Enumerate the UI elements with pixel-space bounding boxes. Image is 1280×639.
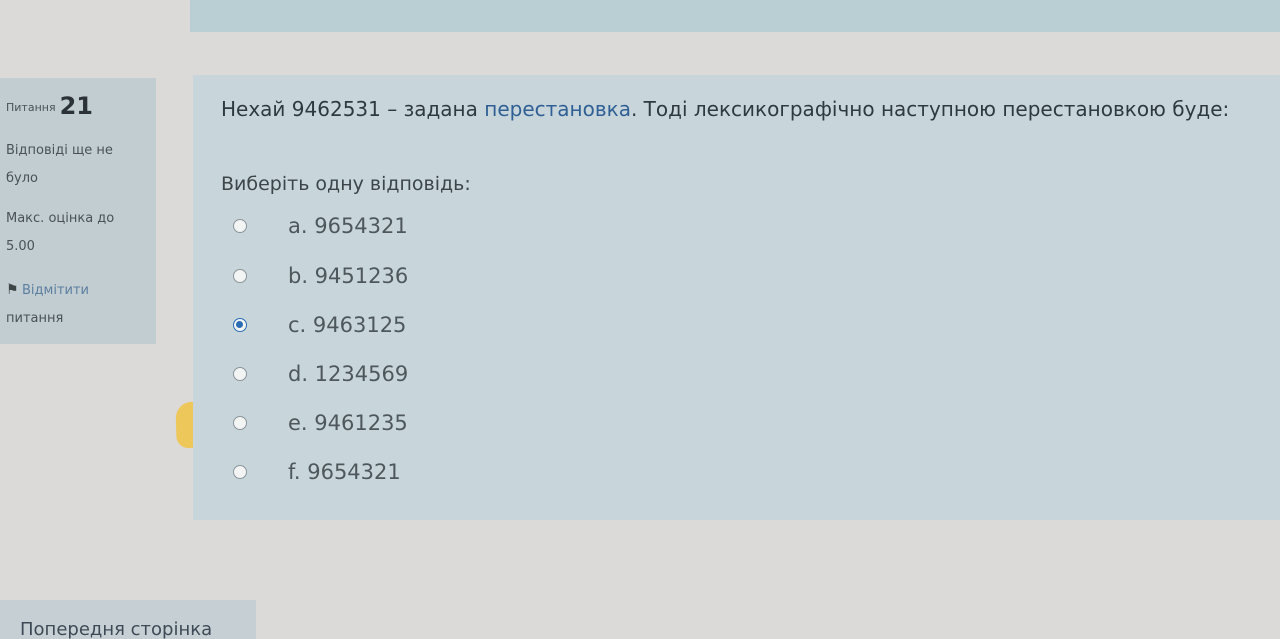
radio-button[interactable] [233,367,247,381]
answer-status-line1: Відповіді ще не [6,143,113,158]
answer-option-label[interactable]: f. 9654321 [288,460,401,484]
answer-option-a[interactable]: a. 9654321 [233,211,408,241]
permutation-link[interactable]: перестановка [484,97,631,121]
answer-option-label[interactable]: e. 9461235 [288,411,408,435]
answer-option-label[interactable]: d. 1234569 [288,362,408,386]
question-label: Питання [6,101,56,114]
question-text-after: . Тоді лексикографічно наступною переста… [630,97,1230,121]
flag-question-label-line2[interactable]: питання [6,304,63,333]
max-grade-line2: 5.00 [6,239,35,254]
answer-option-label[interactable]: a. 9654321 [288,214,408,238]
question-number: 21 [59,92,93,120]
previous-page-button[interactable]: Попередня сторінка [0,600,256,639]
radio-button[interactable] [233,416,247,430]
answer-option-label[interactable]: c. 9463125 [288,313,406,337]
answer-prompt: Виберіть одну відповідь: [221,173,471,195]
max-grade-line1: Макс. оцінка до [6,211,115,226]
answer-option-b[interactable]: b. 9451236 [233,261,408,291]
answer-option-d[interactable]: d. 1234569 [233,359,408,389]
radio-button[interactable] [233,269,247,283]
radio-button[interactable] [233,465,247,479]
radio-button-selected[interactable] [233,318,247,332]
radio-button[interactable] [233,219,247,233]
flag-question-label[interactable]: Відмітити [22,283,89,298]
question-text: Нехай 9462531 – задана перестановка. Тод… [221,97,1229,121]
question-info-panel: Питання 21 Відповіді ще не було Макс. оці… [0,78,156,344]
question-content-panel: Нехай 9462531 – задана перестановка. Тод… [193,75,1280,520]
answer-status-line2: було [6,171,38,186]
answer-option-label[interactable]: b. 9451236 [288,264,408,288]
answer-option-c[interactable]: c. 9463125 [233,310,406,340]
question-number-row: Питання 21 [6,92,93,122]
top-panel [190,0,1280,32]
answer-option-f[interactable]: f. 9654321 [233,457,401,487]
question-text-before: Нехай 9462531 – задана [221,97,485,121]
flag-icon: ⚑ [6,282,19,298]
answer-option-e[interactable]: e. 9461235 [233,408,408,438]
flag-question-link[interactable]: ⚑ Відмітити [6,276,89,305]
